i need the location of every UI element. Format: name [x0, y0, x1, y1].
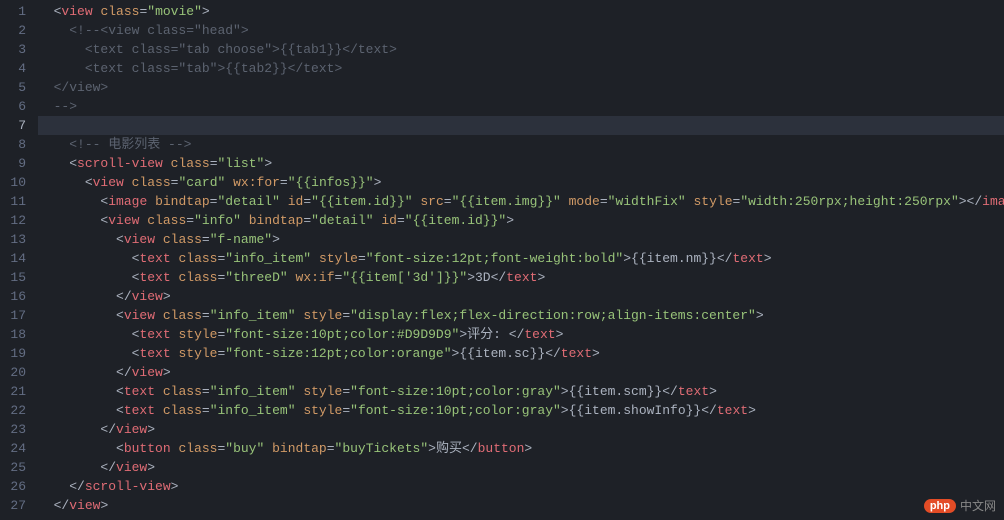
line-number: 23 — [8, 420, 26, 439]
code-line[interactable]: </view> — [38, 363, 1004, 382]
code-line[interactable]: <view class="movie"> — [38, 2, 1004, 21]
watermark-badge: php — [924, 499, 956, 513]
code-line[interactable]: </scroll-view> — [38, 477, 1004, 496]
line-number: 16 — [8, 287, 26, 306]
code-line[interactable]: <view class="f-name"> — [38, 230, 1004, 249]
line-number-gutter: 1234567891011121314151617181920212223242… — [0, 0, 38, 520]
line-number: 20 — [8, 363, 26, 382]
code-line[interactable]: <text class="info_item" style="font-size… — [38, 249, 1004, 268]
code-line[interactable]: <!--<view class="head"> — [38, 21, 1004, 40]
line-number: 5 — [8, 78, 26, 97]
line-number: 6 — [8, 97, 26, 116]
line-number: 7 — [8, 116, 26, 135]
code-area[interactable]: <view class="movie"> <!--<view class="he… — [38, 0, 1004, 520]
code-line[interactable]: <text style="font-size:12pt;color:orange… — [38, 344, 1004, 363]
code-line[interactable]: <text class="info_item" style="font-size… — [38, 382, 1004, 401]
code-line[interactable]: <view class="info" bindtap="detail" id="… — [38, 211, 1004, 230]
code-line[interactable]: </view> — [38, 496, 1004, 515]
code-line[interactable]: </view> — [38, 287, 1004, 306]
line-number: 24 — [8, 439, 26, 458]
watermark: php 中文网 — [924, 497, 996, 514]
code-line[interactable]: <image bindtap="detail" id="{{item.id}}"… — [38, 192, 1004, 211]
code-line[interactable]: </view> — [38, 458, 1004, 477]
line-number: 10 — [8, 173, 26, 192]
code-editor[interactable]: 1234567891011121314151617181920212223242… — [0, 0, 1004, 520]
code-line[interactable]: </view> — [38, 420, 1004, 439]
line-number: 17 — [8, 306, 26, 325]
code-line[interactable]: <text class="tab choose">{{tab1}}</text> — [38, 40, 1004, 59]
code-line[interactable] — [38, 116, 1004, 135]
line-number: 14 — [8, 249, 26, 268]
line-number: 21 — [8, 382, 26, 401]
code-line[interactable]: <!-- 电影列表 --> — [38, 135, 1004, 154]
code-line[interactable]: <text class="tab">{{tab2}}</text> — [38, 59, 1004, 78]
line-number: 27 — [8, 496, 26, 515]
line-number: 15 — [8, 268, 26, 287]
code-line[interactable]: <view class="card" wx:for="{{infos}}"> — [38, 173, 1004, 192]
code-line[interactable]: <view class="info_item" style="display:f… — [38, 306, 1004, 325]
code-line[interactable]: --> — [38, 97, 1004, 116]
line-number: 25 — [8, 458, 26, 477]
watermark-text: 中文网 — [960, 497, 996, 514]
code-line[interactable]: <scroll-view class="list"> — [38, 154, 1004, 173]
line-number: 13 — [8, 230, 26, 249]
code-line[interactable]: </view> — [38, 78, 1004, 97]
code-line[interactable]: <text style="font-size:10pt;color:#D9D9D… — [38, 325, 1004, 344]
line-number: 12 — [8, 211, 26, 230]
line-number: 26 — [8, 477, 26, 496]
line-number: 8 — [8, 135, 26, 154]
line-number: 18 — [8, 325, 26, 344]
line-number: 19 — [8, 344, 26, 363]
line-number: 1 — [8, 2, 26, 21]
code-line[interactable]: <button class="buy" bindtap="buyTickets"… — [38, 439, 1004, 458]
line-number: 22 — [8, 401, 26, 420]
line-number: 4 — [8, 59, 26, 78]
code-line[interactable]: <text class="threeD" wx:if="{{item['3d']… — [38, 268, 1004, 287]
code-line[interactable]: <text class="info_item" style="font-size… — [38, 401, 1004, 420]
line-number: 2 — [8, 21, 26, 40]
line-number: 3 — [8, 40, 26, 59]
line-number: 9 — [8, 154, 26, 173]
line-number: 11 — [8, 192, 26, 211]
